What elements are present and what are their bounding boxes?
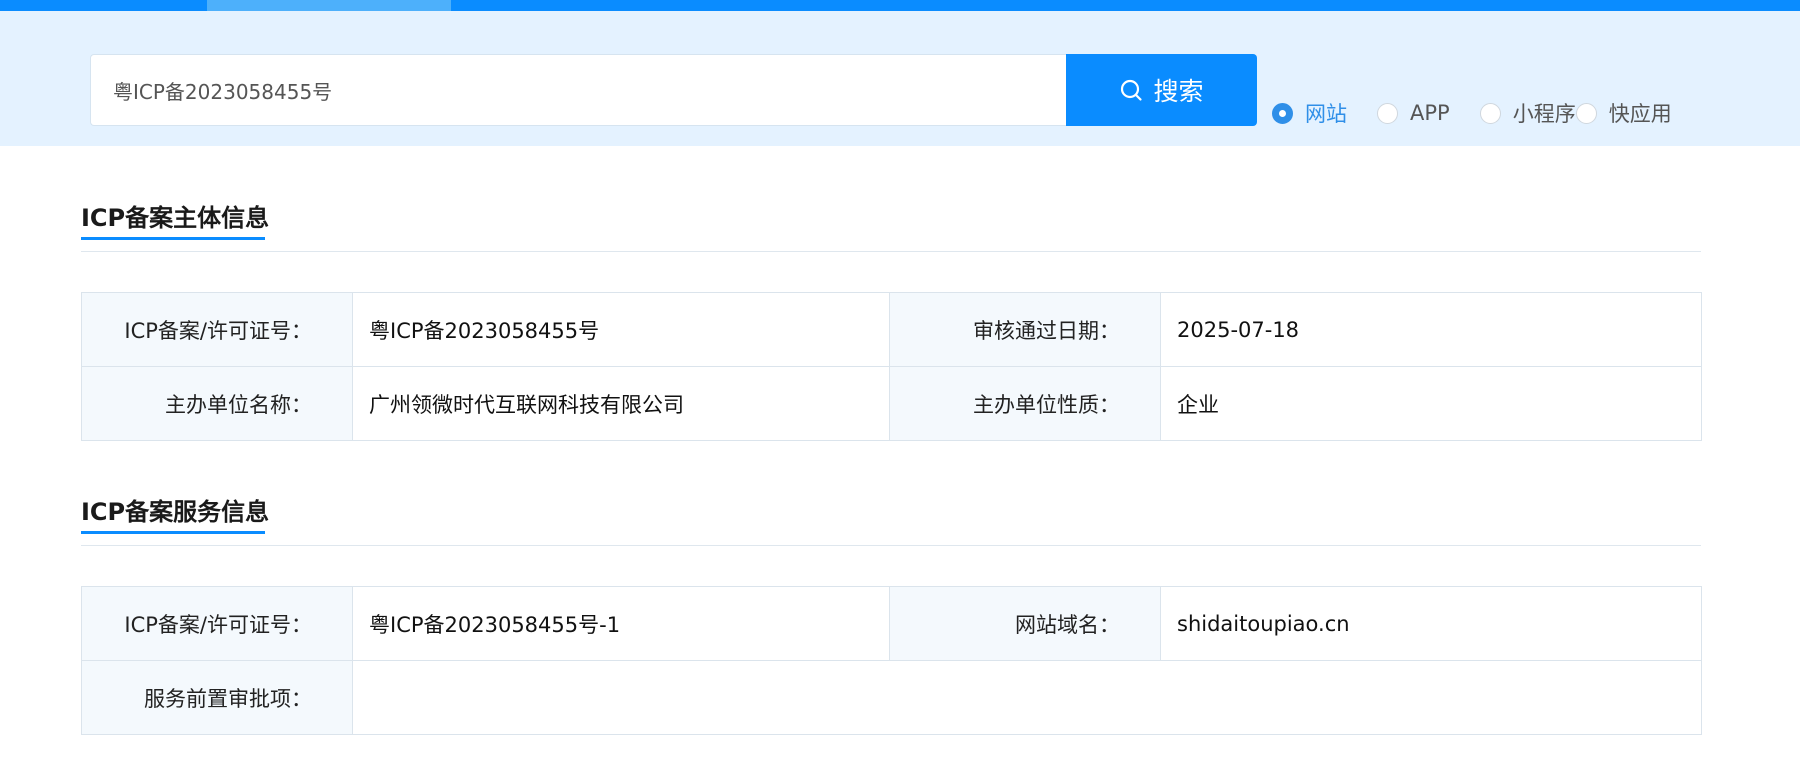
section-divider xyxy=(81,545,1701,546)
radio-label: 快应用 xyxy=(1608,102,1672,126)
search-icon xyxy=(1121,79,1143,101)
radio-circle-icon xyxy=(1377,102,1398,124)
search-band: 粤ICP备2023058455号 搜索 网站 APP 小程序 快应用 xyxy=(0,11,1800,146)
radio-label: APP xyxy=(1410,101,1450,125)
table-key: 服务前置审批项： xyxy=(81,660,353,735)
radio-website[interactable]: 网站 xyxy=(1272,98,1347,128)
subject-section-title: ICP备案主体信息 xyxy=(81,204,270,232)
table-value: 粤ICP备2023058455号 xyxy=(352,292,890,367)
section-title-underline xyxy=(81,531,265,534)
service-info-table: ICP备案/许可证号： 粤ICP备2023058455号-1 网站域名： shi… xyxy=(81,586,1702,735)
radio-label: 小程序 xyxy=(1512,102,1576,126)
table-key: 主办单位性质： xyxy=(889,366,1161,441)
subject-info-table: ICP备案/许可证号： 粤ICP备2023058455号 审核通过日期： 202… xyxy=(81,292,1702,441)
top-bar-active-tab[interactable] xyxy=(207,0,451,11)
radio-circle-icon xyxy=(1272,102,1293,124)
search-type-radio-group: 网站 APP 小程序 快应用 xyxy=(1272,97,1672,129)
table-value: 粤ICP备2023058455号-1 xyxy=(352,586,890,661)
section-divider xyxy=(81,251,1701,252)
table-key: 审核通过日期： xyxy=(889,292,1161,367)
table-key: ICP备案/许可证号： xyxy=(81,292,353,367)
table-value: shidaitoupiao.cn xyxy=(1160,586,1702,661)
table-value xyxy=(352,660,1702,735)
radio-quick-app[interactable]: 快应用 xyxy=(1575,98,1672,128)
search-input[interactable]: 粤ICP备2023058455号 xyxy=(90,54,1068,126)
table-row: ICP备案/许可证号： 粤ICP备2023058455号 审核通过日期： 202… xyxy=(81,292,1702,367)
radio-app[interactable]: APP xyxy=(1377,101,1450,125)
radio-circle-icon xyxy=(1575,102,1597,124)
radio-circle-icon xyxy=(1479,102,1501,124)
table-value: 2025-07-18 xyxy=(1160,292,1702,367)
table-value: 企业 xyxy=(1160,366,1702,441)
table-key: 主办单位名称： xyxy=(81,366,353,441)
search-button[interactable]: 搜索 xyxy=(1066,54,1257,126)
search-button-label: 搜索 xyxy=(1153,77,1204,106)
radio-label: 网站 xyxy=(1305,102,1347,126)
radio-mini-program[interactable]: 小程序 xyxy=(1479,98,1576,128)
table-row: ICP备案/许可证号： 粤ICP备2023058455号-1 网站域名： shi… xyxy=(81,586,1702,661)
service-section-title: ICP备案服务信息 xyxy=(81,498,270,526)
table-value: 广州领微时代互联网科技有限公司 xyxy=(352,366,890,441)
table-key: 网站域名： xyxy=(889,586,1161,661)
section-title-underline xyxy=(81,237,265,240)
table-key: ICP备案/许可证号： xyxy=(81,586,353,661)
table-row: 主办单位名称： 广州领微时代互联网科技有限公司 主办单位性质： 企业 xyxy=(81,366,1702,441)
table-row: 服务前置审批项： xyxy=(81,660,1702,735)
